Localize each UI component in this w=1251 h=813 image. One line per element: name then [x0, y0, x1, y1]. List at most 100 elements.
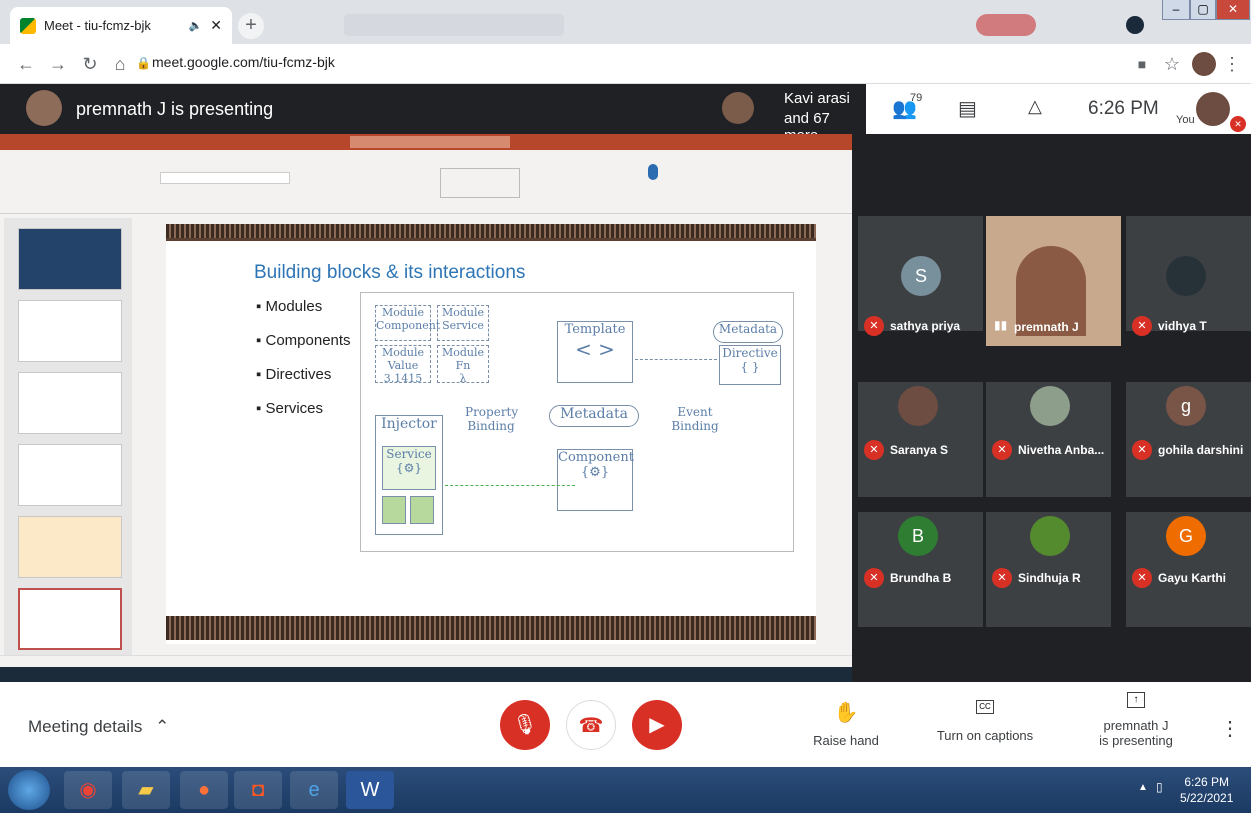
- current-slide: Building blocks & its interactions ▪ Mod…: [166, 224, 816, 644]
- close-tab-button[interactable]: ✕: [210, 17, 222, 34]
- minimize-button[interactable]: –: [1162, 0, 1190, 20]
- more-options-icon[interactable]: ⋮: [1220, 716, 1240, 741]
- component-label: Component: [558, 450, 634, 465]
- injector-label: Injector: [381, 416, 437, 432]
- leave-call-button[interactable]: ☎: [566, 700, 616, 750]
- media-taskbar-icon[interactable]: ◘: [234, 771, 282, 809]
- captions-icon: CC: [976, 700, 994, 714]
- forward-arrow-icon[interactable]: →: [46, 52, 70, 76]
- reload-icon[interactable]: ↻: [78, 52, 102, 76]
- directive-label: Directive: [722, 346, 778, 360]
- service-to-component-arrow: [445, 485, 575, 486]
- participant-tile[interactable]: ✕ Sindhuja R: [986, 512, 1111, 627]
- camera-icon[interactable]: ■: [1130, 52, 1154, 76]
- participant-avatar: g: [1166, 386, 1206, 426]
- participant-name: vidhya T: [1158, 319, 1207, 333]
- home-icon[interactable]: ⌂: [108, 52, 132, 76]
- service-label: Service: [386, 447, 432, 461]
- system-clock[interactable]: 6:26 PM 5/22/2021: [1180, 774, 1233, 806]
- self-muted-mic-icon: ✕: [1230, 116, 1246, 132]
- slide-thumb-2[interactable]: [18, 300, 122, 362]
- profile-icon[interactable]: [1126, 16, 1144, 34]
- participant-tile[interactable]: ✕ Nivetha Anba...: [986, 382, 1111, 497]
- present-now-button[interactable]: ↑ premnath J is presenting: [1086, 692, 1186, 748]
- start-button[interactable]: [8, 770, 50, 810]
- template-symbol: < >: [575, 337, 615, 361]
- slide-thumb-6[interactable]: [18, 588, 122, 650]
- bullet-item: ▪ Components: [256, 332, 351, 349]
- participant-tile[interactable]: S ✕ sathya priya: [858, 216, 983, 336]
- blurred-tab[interactable]: [976, 14, 1036, 36]
- slide-thumb-1[interactable]: [18, 228, 122, 290]
- maximize-button[interactable]: ▢: [1190, 0, 1216, 20]
- participant-avatar: [1166, 256, 1206, 296]
- presenter-taskbar: [0, 667, 852, 682]
- ribbon-font-box: [160, 172, 290, 184]
- participant-tile[interactable]: B ✕ Brundha B: [858, 512, 983, 627]
- kebab-menu-icon[interactable]: ⋮: [1220, 52, 1244, 76]
- participant-tile[interactable]: ✕ Saranya S: [858, 382, 983, 497]
- ppt-search-box: [350, 136, 510, 148]
- star-icon[interactable]: ☆: [1160, 52, 1184, 76]
- close-window-button[interactable]: ✕: [1216, 0, 1250, 20]
- participant-name: Saranya S: [890, 443, 949, 457]
- network-icon[interactable]: ▯: [1156, 780, 1163, 794]
- self-avatar: [1196, 92, 1230, 126]
- slide-thumb-4[interactable]: [18, 444, 122, 506]
- new-tab-button[interactable]: +: [238, 13, 264, 39]
- metadata-center-cloud: Metadata: [549, 405, 639, 427]
- browser-tab[interactable]: Meet - tiu-fcmz-bjk 🔈 ✕: [10, 7, 232, 44]
- back-arrow-icon[interactable]: ←: [14, 52, 38, 76]
- participant-avatar: [1030, 386, 1070, 426]
- muted-mic-icon: ✕: [1132, 568, 1152, 588]
- slide-title: Building blocks & its interactions: [254, 262, 526, 283]
- activities-icon[interactable]: △: [1028, 96, 1042, 117]
- explorer-taskbar-icon[interactable]: ▰: [122, 771, 170, 809]
- chat-icon[interactable]: ▤: [958, 96, 977, 121]
- participant-tile[interactable]: g ✕ gohila darshini: [1126, 382, 1251, 497]
- meeting-clock: 6:26 PM: [1088, 98, 1159, 119]
- muted-mic-icon: ✕: [864, 568, 884, 588]
- slide-thumb-3[interactable]: [18, 372, 122, 434]
- slide-bottom-stripe: [166, 616, 816, 640]
- template-label: Template: [564, 322, 626, 337]
- slide-thumb-5[interactable]: [18, 516, 122, 578]
- gear-icon: [410, 496, 434, 524]
- raise-hand-label: Raise hand: [813, 733, 879, 748]
- url-text[interactable]: meet.google.com/tiu-fcmz-bjk: [152, 54, 335, 70]
- directive-box: Directive{ }: [719, 345, 781, 385]
- presenting-line1: premnath J: [1103, 718, 1169, 733]
- word-taskbar-icon[interactable]: W: [346, 771, 394, 809]
- module-service-label: Module Service: [441, 306, 485, 332]
- other-tab[interactable]: [344, 14, 564, 36]
- raise-hand-button[interactable]: ✋ Raise hand: [806, 700, 886, 748]
- audio-playing-icon[interactable]: 🔈: [189, 19, 203, 32]
- camera-off-button[interactable]: ▶: [632, 700, 682, 750]
- meeting-details-button[interactable]: Meeting details ⌃: [28, 717, 169, 737]
- muted-mic-icon: ✕: [1132, 316, 1152, 336]
- module-component-label: Module Component: [376, 306, 441, 332]
- tray-up-arrow-icon[interactable]: ▲: [1138, 782, 1148, 793]
- participant-count: 79: [910, 92, 923, 104]
- chrome-taskbar-icon[interactable]: ◉: [64, 771, 112, 809]
- captions-button[interactable]: CC Turn on captions: [930, 700, 1040, 743]
- others-line1: Kavi arasi: [784, 90, 850, 107]
- participant-avatar: G: [1166, 516, 1206, 556]
- ppt-title-bar: [0, 134, 852, 150]
- mic-off-button[interactable]: 🎙: [500, 700, 550, 750]
- metadata-center-label: Metadata: [560, 406, 628, 422]
- participant-name: Sindhuja R: [1018, 571, 1081, 585]
- browser-profile-avatar[interactable]: [1192, 52, 1216, 76]
- ie-taskbar-icon[interactable]: e: [290, 771, 338, 809]
- bullet-item: ▪ Directives: [256, 366, 332, 383]
- muted-mic-icon: ✕: [864, 316, 884, 336]
- muted-mic-icon: ✕: [864, 440, 884, 460]
- property-binding-label: Property Binding: [465, 405, 519, 433]
- meet-top-right-panel: 👥 79 ▤ △ You ✕: [866, 84, 1251, 134]
- firefox-taskbar-icon[interactable]: ●: [180, 771, 228, 809]
- module-fn-box: Module Fn λ: [437, 345, 489, 385]
- participant-tile[interactable]: G ✕ Gayu Karthi: [1126, 512, 1251, 627]
- participant-tile[interactable]: ✕ vidhya T: [1126, 216, 1251, 336]
- participant-name: premnath J: [1014, 320, 1079, 334]
- participant-tile-active-speaker[interactable]: ▮▮ premnath J: [986, 216, 1121, 346]
